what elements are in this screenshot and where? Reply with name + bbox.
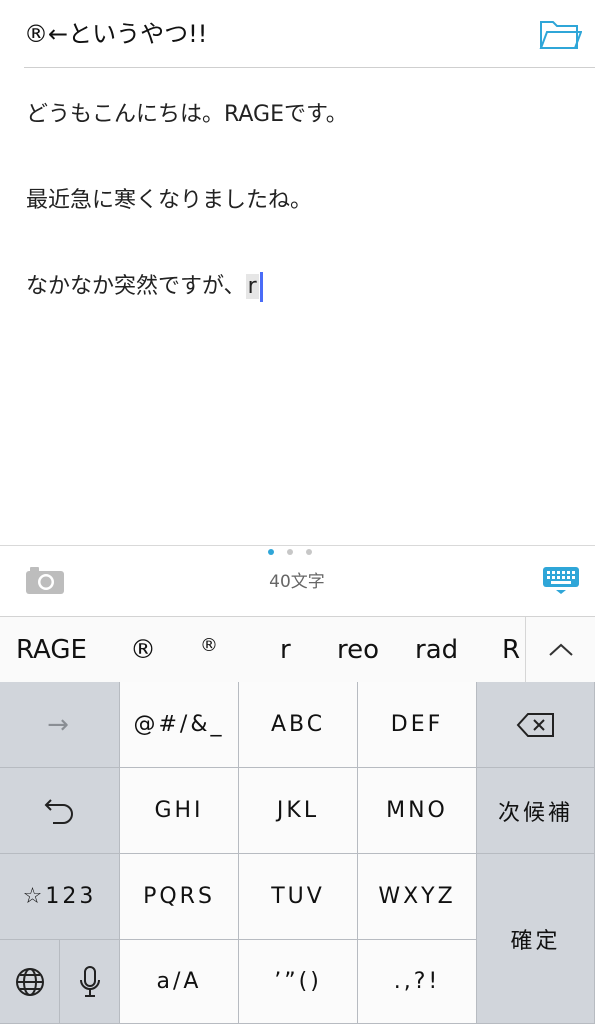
next-candidate-key[interactable]: 次候補	[477, 768, 595, 854]
undo-icon	[44, 798, 73, 824]
delete-key[interactable]	[477, 682, 595, 768]
candidate-bar: RAGE ® ® r reo rad R	[0, 616, 595, 683]
note-title[interactable]: ®←というやつ!!	[24, 14, 207, 54]
key-ghi[interactable]: GHI	[120, 768, 239, 854]
page-dot-1	[268, 549, 274, 555]
page-indicator[interactable]	[268, 549, 320, 559]
folder-icon[interactable]	[538, 16, 583, 52]
key-tuv[interactable]: TUV	[239, 854, 358, 940]
candidate-item[interactable]: ®	[200, 629, 218, 663]
key-def[interactable]: DEF	[358, 682, 477, 768]
text-cursor	[259, 272, 263, 302]
candidate-item[interactable]: reo	[337, 633, 379, 667]
key-quotes[interactable]: ’”()	[239, 940, 358, 1024]
key-symbols[interactable]: @#/&_	[120, 682, 239, 768]
body-line-1[interactable]: どうもこんにちは。RAGEです。	[26, 98, 348, 132]
body-line-2[interactable]: 最近急に寒くなりましたね。	[26, 184, 312, 218]
candidate-item[interactable]: R	[502, 633, 520, 667]
key-case-toggle[interactable]: a/A	[120, 940, 239, 1024]
microphone-icon	[79, 965, 100, 997]
toolbar-divider	[0, 545, 595, 546]
camera-icon[interactable]	[24, 564, 66, 596]
backspace-icon	[516, 712, 554, 737]
composing-text: r	[245, 274, 259, 299]
undo-key[interactable]	[0, 768, 120, 854]
candidate-item[interactable]: r	[280, 633, 291, 667]
key-abc[interactable]: ABC	[239, 682, 358, 768]
chevron-up-icon	[549, 643, 573, 656]
cursor-right-key[interactable]: →	[0, 682, 120, 768]
key-wxyz[interactable]: WXYZ	[358, 854, 477, 940]
key-pqrs[interactable]: PQRS	[120, 854, 239, 940]
arrow-right-icon: →	[47, 709, 72, 740]
key-mno[interactable]: MNO	[358, 768, 477, 854]
mic-key[interactable]	[60, 940, 120, 1024]
keyboard: → @#/&_ ABC DEF GHI JKL MNO 次候補 ☆123 PQR…	[0, 682, 595, 1024]
expand-candidates-button[interactable]	[525, 617, 595, 683]
page-dot-2	[287, 549, 293, 555]
body-line-3-text: なかなか突然ですが、	[26, 274, 246, 299]
candidate-item[interactable]: rad	[415, 633, 458, 667]
numbers-key[interactable]: ☆123	[0, 854, 120, 940]
globe-icon	[15, 967, 44, 996]
keyboard-toggle-icon[interactable]	[542, 566, 580, 596]
body-line-3[interactable]: なかなか突然ですが、r	[26, 270, 263, 304]
confirm-key[interactable]: 確定	[477, 854, 595, 1024]
page-dot-3	[306, 549, 312, 555]
candidate-item[interactable]: RAGE	[16, 633, 87, 667]
globe-key[interactable]	[0, 940, 60, 1024]
candidate-item[interactable]: ®	[130, 633, 156, 667]
key-jkl[interactable]: JKL	[239, 768, 358, 854]
title-divider	[24, 67, 595, 68]
character-count: 40文字	[269, 572, 325, 592]
key-punctuation[interactable]: .,?!	[358, 940, 477, 1024]
